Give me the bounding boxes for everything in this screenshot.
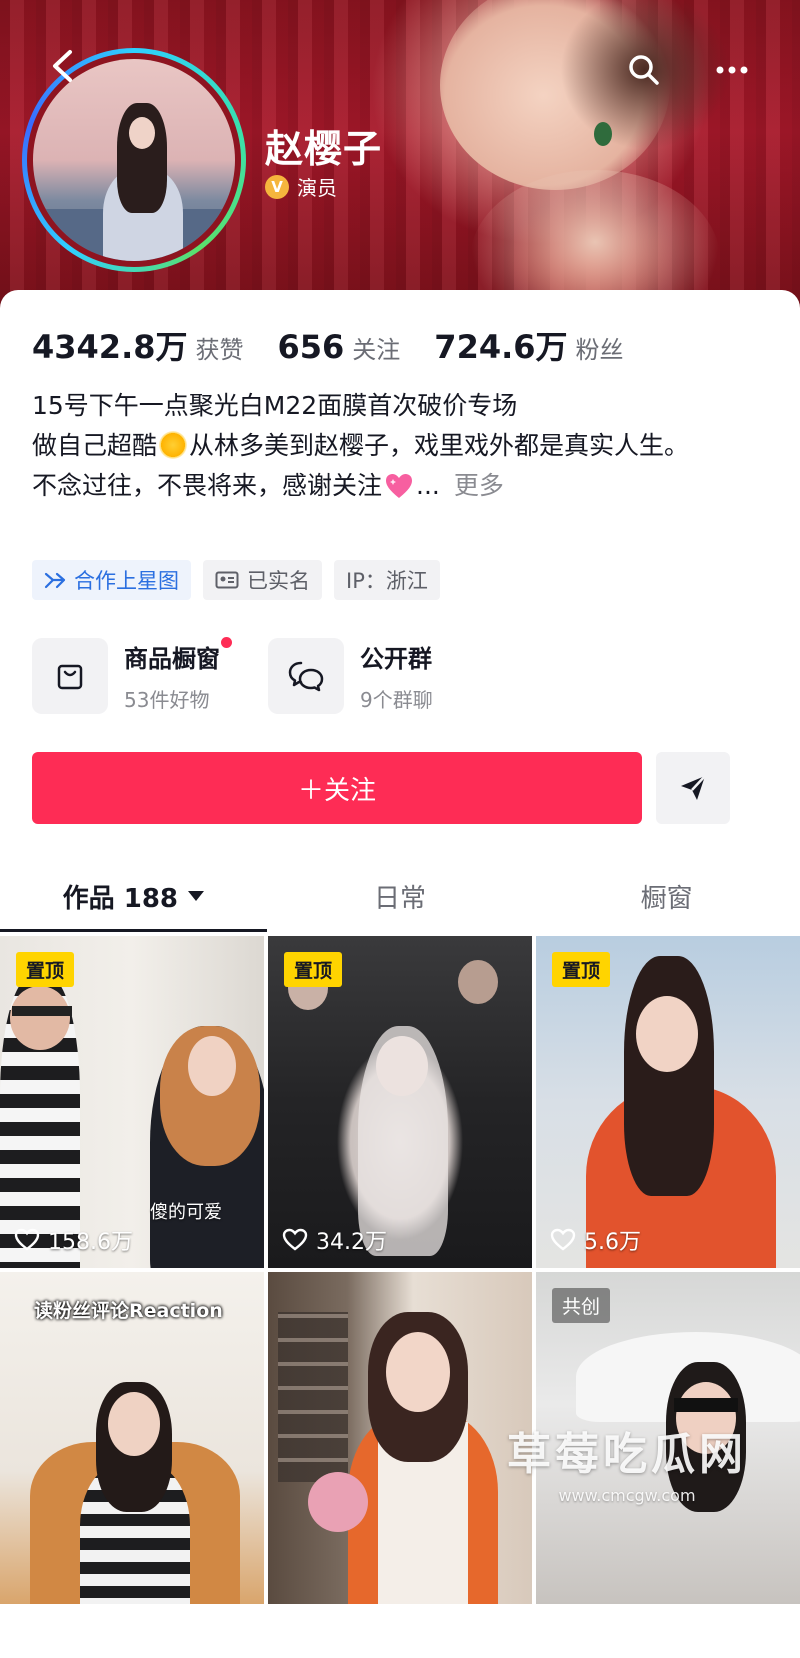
stat-likes-value: 4342.8万	[32, 328, 188, 366]
shortcut-public-group[interactable]: 公开群 9个群聊	[268, 638, 433, 714]
tag-verified-identity-label: 已实名	[247, 569, 310, 593]
shortcut-public-group-subtitle: 9个群聊	[360, 688, 433, 712]
profile-shortcuts: 商品橱窗 53件好物 公开群 9个群聊	[32, 637, 433, 714]
bio-line-2: 做自己超酷 从林多美到赵樱子，戏里戏外都是真实人生。	[32, 431, 690, 460]
send-plane-icon	[681, 775, 706, 800]
id-card-icon	[215, 571, 239, 589]
caret-down-icon[interactable]	[188, 891, 204, 901]
stat-following-value: 656	[277, 328, 345, 366]
verification-row[interactable]: V 演员	[265, 172, 337, 201]
shortcut-public-group-icon-box	[268, 638, 344, 714]
video-tile[interactable]: 读粉丝评论Reaction	[0, 1272, 264, 1604]
sun-emoji-icon	[159, 431, 188, 459]
heart-outline-icon	[282, 1228, 308, 1251]
notification-dot	[221, 637, 232, 648]
shortcut-public-group-title: 公开群	[360, 645, 432, 673]
shortcut-shop-window[interactable]: 商品橱窗 53件好物	[32, 637, 232, 714]
video-likes: 158.6万	[14, 1224, 133, 1256]
profile-bio[interactable]: 15号下午一点聚光白M22面膜首次破价专场 做自己超酷 从林多美到赵樱子，戏里戏外…	[32, 386, 732, 506]
xingtu-icon	[44, 572, 66, 589]
video-tile[interactable]: 置顶 5.6万	[536, 936, 800, 1268]
follow-action-row: ＋关注	[32, 752, 730, 824]
content-tabs: 作品 188 日常 橱窗	[0, 860, 800, 932]
search-button[interactable]	[622, 48, 666, 92]
banner-photo-earring	[594, 122, 612, 146]
stat-following-label: 关注	[352, 336, 401, 364]
tab-works[interactable]: 作品 188	[0, 860, 267, 932]
tag-ip-location: IP：浙江	[334, 560, 440, 600]
verified-badge-icon: V	[265, 174, 289, 199]
bio-more-link[interactable]: 更多	[454, 471, 504, 500]
profile-stats: 4342.8万 获赞 656 关注 724.6万 粉丝	[32, 322, 624, 368]
bio-line-3: 不念过往，不畏将来，感谢关注... 更多	[32, 471, 504, 500]
tag-ip-location-label: IP：浙江	[346, 569, 428, 593]
video-likes: 5.6万	[550, 1224, 641, 1256]
avatar[interactable]	[33, 59, 235, 261]
stat-following[interactable]: 656 关注	[278, 328, 401, 366]
stat-followers[interactable]: 724.6万 粉丝	[434, 322, 623, 368]
shortcut-shop-window-title: 商品橱窗	[124, 637, 232, 674]
co-creation-badge: 共创	[552, 1288, 611, 1323]
video-likes: 34.2万	[282, 1224, 387, 1256]
tab-shop-window[interactable]: 橱窗	[533, 860, 800, 932]
heart-outline-icon	[550, 1228, 576, 1251]
profile-name: 赵樱子	[265, 127, 383, 171]
stat-likes[interactable]: 4342.8万 获赞	[32, 322, 244, 368]
heart-outline-icon	[14, 1228, 40, 1251]
tab-daily[interactable]: 日常	[267, 860, 534, 932]
sparkling-heart-emoji-icon	[386, 474, 413, 498]
group-chat-icon	[288, 661, 324, 692]
verified-label: 演员	[297, 176, 337, 200]
video-caption: 傻的可爱	[150, 1202, 222, 1223]
pinned-badge: 置顶	[552, 952, 611, 987]
bio-line-1: 15号下午一点聚光白M22面膜首次破价专场	[32, 391, 518, 420]
stat-likes-label: 获赞	[195, 336, 244, 364]
stat-followers-value: 724.6万	[434, 328, 568, 366]
tag-verified-identity[interactable]: 已实名	[203, 560, 322, 600]
stat-followers-label: 粉丝	[575, 336, 624, 364]
back-button[interactable]	[42, 44, 82, 88]
watermark-title: 草莓吃瓜网	[507, 1429, 747, 1480]
tag-xingtu[interactable]: 合作上星图	[32, 560, 191, 600]
more-dots-icon	[716, 66, 748, 74]
pinned-badge: 置顶	[16, 952, 75, 987]
profile-tags: 合作上星图 已实名 IP：浙江	[32, 560, 440, 600]
video-tile[interactable]: 置顶 傻的可爱 158.6万	[0, 936, 264, 1268]
watermark-url: www.cmcgw.com	[558, 1486, 696, 1505]
shortcut-shop-window-icon-box	[32, 638, 108, 714]
shopping-bag-icon	[57, 664, 83, 690]
watermark: 草莓吃瓜网 www.cmcgw.com	[482, 1418, 772, 1528]
video-tile[interactable]: 置顶 34.2万	[268, 936, 532, 1268]
pinned-badge: 置顶	[284, 952, 343, 987]
shortcut-shop-window-subtitle: 53件好物	[124, 688, 210, 712]
tag-xingtu-label: 合作上星图	[74, 569, 179, 593]
video-title: 读粉丝评论Reaction	[34, 1300, 223, 1322]
more-options-button[interactable]	[710, 48, 754, 92]
share-button[interactable]	[656, 752, 730, 824]
follow-button[interactable]: ＋关注	[32, 752, 642, 824]
search-icon	[629, 55, 659, 85]
back-arrow-icon	[53, 50, 72, 82]
